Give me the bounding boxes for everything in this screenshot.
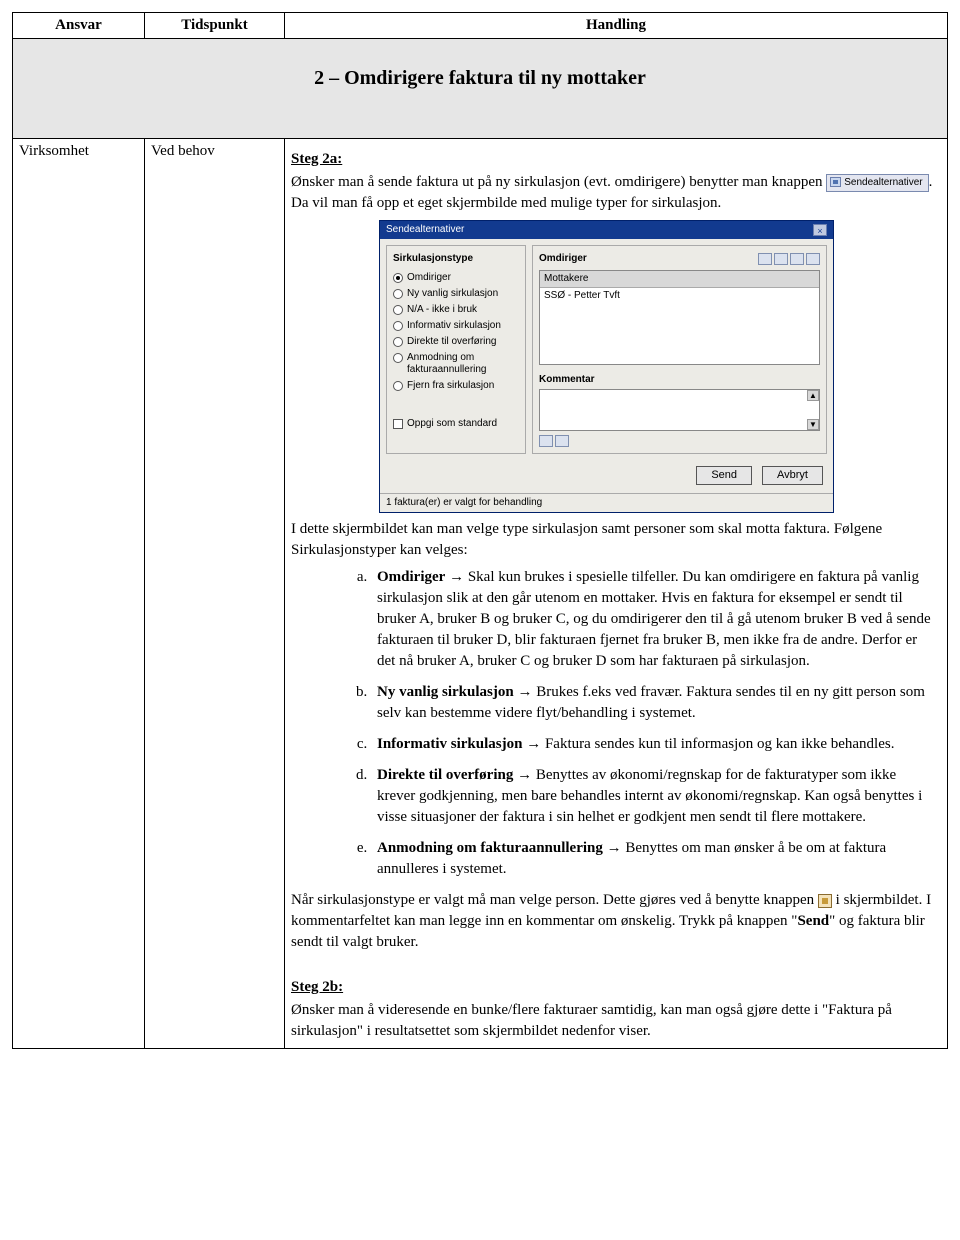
recipients-list[interactable]: Mottakere SSØ - Petter Tvft (539, 270, 820, 365)
col-header-handling: Handling (285, 13, 947, 38)
radio-icon (393, 273, 403, 283)
arrow-icon: → (526, 736, 541, 752)
option-a: Omdiriger → Skal kun brukes i spesielle … (371, 567, 941, 672)
after-image-text: I dette skjermbildet kan man velge type … (291, 519, 941, 561)
comment-label: Kommentar (539, 373, 820, 387)
sendealternativer-button[interactable]: Sendealternativer (826, 174, 928, 192)
col-header-ansvar: Ansvar (13, 13, 145, 38)
delete-icon[interactable] (806, 253, 820, 265)
scroll-down-icon[interactable]: ▼ (807, 419, 819, 430)
cell-ansvar: Virksomhet (13, 139, 145, 1048)
checkbox-standard[interactable]: Oppgi som standard (393, 418, 519, 430)
add-icon[interactable] (774, 253, 788, 265)
option-c-label: Informativ sirkulasjon (377, 736, 522, 752)
radio-informativ[interactable]: Informativ sirkulasjon (393, 320, 519, 332)
section-title-row: 2 – Omdirigere faktura til ny mottaker (13, 39, 947, 139)
dialog-status: 1 faktura(er) er valgt for behandling (380, 493, 833, 512)
close-icon[interactable]: × (813, 224, 827, 236)
sirkulasjonstype-title: Sirkulasjonstype (393, 252, 519, 266)
option-d: Direkte til overføring → Benyttes av øko… (371, 765, 941, 828)
person-lookup-icon[interactable] (818, 894, 832, 908)
checkbox-icon (393, 419, 403, 429)
right-panel-header: Omdiriger (539, 252, 820, 266)
option-a-label: Omdiriger (377, 569, 445, 585)
radio-icon (393, 289, 403, 299)
after-opts-a: Når sirkulasjonstype er valgt må man vel… (291, 892, 818, 908)
dialog-title: Sendealternativer (386, 223, 464, 237)
radio-icon (393, 321, 403, 331)
step-2a-intro: Ønsker man å sende faktura ut på ny sirk… (291, 172, 941, 214)
scroll-up-icon[interactable]: ▲ (807, 390, 819, 401)
dialog-body: Sirkulasjonstype Omdiriger Ny vanlig sir… (380, 239, 833, 460)
step-2b-title: Steg 2b: (291, 977, 941, 998)
radio-anmodning[interactable]: Anmodning om fakturaannullering (393, 352, 519, 376)
arrow-icon: → (607, 840, 622, 856)
option-b: Ny vanlig sirkulasjon → Brukes f.eks ved… (371, 682, 941, 724)
option-b-label: Ny vanlig sirkulasjon (377, 684, 514, 700)
arrow-icon: → (517, 684, 532, 700)
circulation-type-list: Omdiriger → Skal kun brukes i spesielle … (291, 567, 941, 880)
recipient-row[interactable]: SSØ - Petter Tvft (540, 288, 819, 304)
edit-icon[interactable] (790, 253, 804, 265)
option-d-label: Direkte til overføring (377, 767, 513, 783)
radio-icon (393, 381, 403, 391)
option-c: Informativ sirkulasjon → Faktura sendes … (371, 734, 941, 755)
recipients-header: Mottakere (540, 271, 819, 288)
send-bold: Send (797, 913, 829, 929)
arrow-icon: → (449, 569, 464, 585)
radio-direkte[interactable]: Direkte til overføring (393, 336, 519, 348)
cell-handling: Steg 2a: Ønsker man å sende faktura ut p… (285, 139, 947, 1048)
radio-icon (393, 305, 403, 315)
omdiriger-panel: Omdiriger Mottakere SSØ - Pe (532, 245, 827, 454)
sendealternativer-dialog: Sendealternativer × Sirkulasjonstype Omd… (379, 220, 834, 513)
radio-fjern[interactable]: Fjern fra sirkulasjon (393, 380, 519, 392)
col-header-tidspunkt: Tidspunkt (145, 13, 285, 38)
radio-icon (393, 353, 403, 363)
toolbar-icons (758, 253, 820, 265)
comment-textarea[interactable]: ▲ ▼ (539, 389, 820, 431)
comment-toolbar (539, 435, 820, 447)
radio-na[interactable]: N/A - ikke i bruk (393, 304, 519, 316)
sirkulasjonstype-panel: Sirkulasjonstype Omdiriger Ny vanlig sir… (386, 245, 526, 454)
dialog-buttons: Send Avbryt (380, 460, 833, 493)
option-c-text: Faktura sendes kun til informasjon og ka… (541, 736, 894, 752)
table-header-row: Ansvar Tidspunkt Handling (13, 13, 947, 39)
document-table: Ansvar Tidspunkt Handling 2 – Omdirigere… (12, 12, 948, 1049)
arrow-icon: → (517, 767, 532, 783)
lookup-icon[interactable] (758, 253, 772, 265)
dialog-screenshot: Sendealternativer × Sirkulasjonstype Omd… (291, 216, 941, 519)
section-title: 2 – Omdirigere faktura til ny mottaker (314, 67, 646, 89)
intro-text-a: Ønsker man å sende faktura ut på ny sirk… (291, 174, 826, 190)
sendealternativer-icon (830, 177, 841, 187)
radio-ny-vanlig[interactable]: Ny vanlig sirkulasjon (393, 288, 519, 300)
clear-icon[interactable] (555, 435, 569, 447)
cancel-button[interactable]: Avbryt (762, 466, 823, 485)
sendealternativer-label: Sendealternativer (844, 177, 922, 188)
cell-tidspunkt: Ved behov (145, 139, 285, 1048)
radio-omdiriger[interactable]: Omdiriger (393, 272, 519, 284)
radio-icon (393, 337, 403, 347)
table-body-row: Virksomhet Ved behov Steg 2a: Ønsker man… (13, 139, 947, 1048)
dialog-titlebar: Sendealternativer × (380, 221, 833, 239)
info-icon[interactable] (539, 435, 553, 447)
step-2a-title: Steg 2a: (291, 149, 941, 170)
right-panel-title: Omdiriger (539, 252, 587, 266)
send-button[interactable]: Send (696, 466, 752, 485)
after-options-text: Når sirkulasjonstype er valgt må man vel… (291, 890, 941, 953)
option-e: Anmodning om fakturaannullering → Benytt… (371, 838, 941, 880)
option-e-label: Anmodning om fakturaannullering (377, 840, 603, 856)
step-2b-text: Ønsker man å videresende en bunke/flere … (291, 1000, 941, 1042)
